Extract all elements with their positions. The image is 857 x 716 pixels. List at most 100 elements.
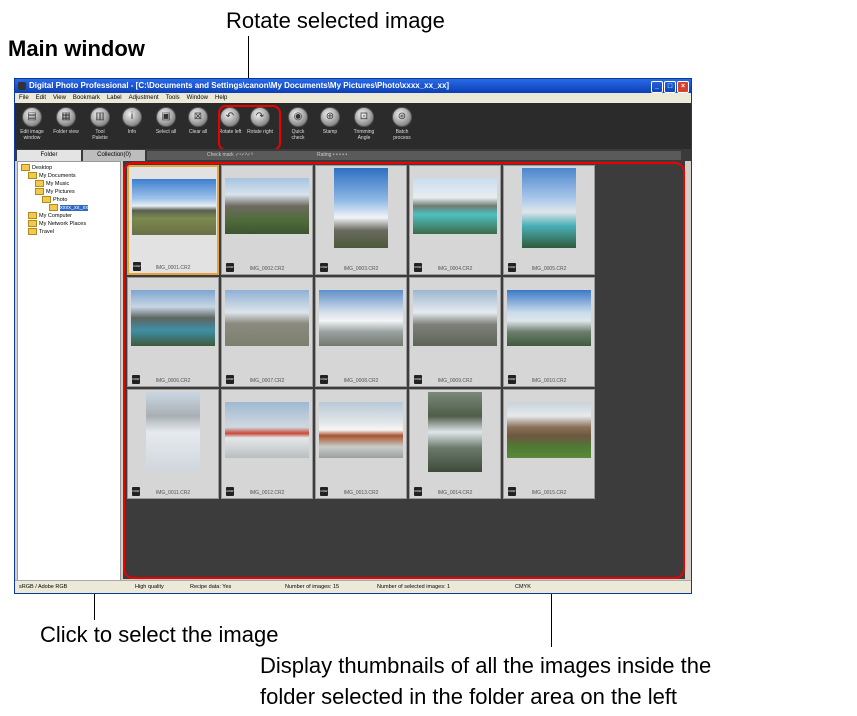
toolbar-button-label: Info xyxy=(127,129,137,135)
filter-bar: Check mark ✓¹✓²✓³ Rating • • • • • xyxy=(147,151,681,160)
tab-collection[interactable]: Collection(0) xyxy=(83,150,145,161)
folder-view-icon: ▦ xyxy=(56,107,76,127)
info-button[interactable]: i Info xyxy=(119,107,145,135)
toolbar-button-label: Edit image window xyxy=(20,129,44,141)
window-title: Digital Photo Professional - [C:\Documen… xyxy=(29,81,450,90)
folder-icon xyxy=(49,204,58,212)
tree-item-my-pictures[interactable]: My Pictures xyxy=(35,188,75,196)
status-recipe: Recipe data: Yes xyxy=(190,584,232,590)
tree-item-label: Photo xyxy=(53,197,68,203)
tree-item-label: Travel xyxy=(39,229,55,235)
tree-item-xxxx-xx-xx[interactable]: xxxx_xx_xx xyxy=(49,204,89,212)
toolbar-button-label: Batch process xyxy=(393,129,411,141)
toolbar-button-label: Stamp xyxy=(322,129,338,135)
app-icon xyxy=(18,82,26,90)
tree-item-label: My Network Places xyxy=(39,221,87,227)
tree-item-my-music[interactable]: My Music xyxy=(35,180,69,188)
tree-item-travel[interactable]: Travel xyxy=(28,228,54,236)
trimming-angle-button[interactable]: ⊡ Trimming Angle xyxy=(351,107,377,141)
rating-stars: • • • • • xyxy=(332,152,348,158)
folder-view-button[interactable]: ▦ Folder view xyxy=(53,107,79,135)
stamp-icon: ⊕ xyxy=(320,107,340,127)
tree-item-photo[interactable]: Photo xyxy=(42,196,67,204)
tree-item-my-network-places[interactable]: My Network Places xyxy=(28,220,86,228)
toolbar-button-label: Select all xyxy=(155,129,177,135)
batch-process-icon: ⊛ xyxy=(392,107,412,127)
tree-item-my-documents[interactable]: My Documents xyxy=(28,172,76,180)
folder-icon xyxy=(21,164,30,172)
thumbnail-area-highlight xyxy=(123,162,685,579)
tree-item-my-computer[interactable]: My Computer xyxy=(28,212,72,220)
check-mark-icons: ✓¹✓²✓³ xyxy=(235,152,253,158)
quick-check-icon: ◉ xyxy=(288,107,308,127)
tool-palette-icon: ▥ xyxy=(90,107,110,127)
trimming-angle-icon: ⊡ xyxy=(354,107,374,127)
menu-item-adjustment[interactable]: Adjustment xyxy=(129,95,159,101)
rotate-buttons-highlight xyxy=(218,105,281,151)
stamp-button[interactable]: ⊕ Stamp xyxy=(317,107,343,135)
tree-item-desktop[interactable]: Desktop xyxy=(21,164,52,172)
tree-item-label: xxxx_xx_xx xyxy=(60,205,89,211)
folder-icon xyxy=(35,180,44,188)
tree-item-label: My Documents xyxy=(39,173,76,179)
menu-item-bookmark[interactable]: Bookmark xyxy=(73,95,100,101)
status-cmyk: CMYK xyxy=(515,584,531,590)
tool-palette-button[interactable]: ▥ Tool Palette xyxy=(87,107,113,141)
clear-all-button[interactable]: ⊠ Clear all xyxy=(185,107,211,135)
check-mark-filter[interactable]: Check mark ✓¹✓²✓³ xyxy=(207,151,253,160)
select-all-icon: ▣ xyxy=(156,107,176,127)
title-bar: Digital Photo Professional - [C:\Documen… xyxy=(15,79,691,93)
status-color-space: sRGB / Adobe RGB xyxy=(19,584,68,590)
tree-item-label: My Pictures xyxy=(46,189,75,195)
rotate-annotation: Rotate selected image xyxy=(226,8,445,33)
tree-item-label: My Music xyxy=(46,181,70,187)
folder-icon xyxy=(28,212,37,220)
menu-item-help[interactable]: Help xyxy=(215,95,227,101)
quick-check-button[interactable]: ◉ Quick check xyxy=(285,107,311,141)
toolbar-button-label: Tool Palette xyxy=(92,129,108,141)
tab-folder[interactable]: Folder xyxy=(17,150,81,161)
tree-item-label: Desktop xyxy=(32,165,53,171)
info-icon: i xyxy=(122,107,142,127)
menu-item-label[interactable]: Label xyxy=(107,95,122,101)
menu-item-tools[interactable]: Tools xyxy=(166,95,180,101)
tree-item-label: My Computer xyxy=(39,213,73,219)
toolbar-button-label: Clear all xyxy=(188,129,208,135)
close-button[interactable]: × xyxy=(677,81,689,93)
status-number-selected: Number of selected images: 1 xyxy=(377,584,451,590)
folder-icon xyxy=(42,196,51,204)
folder-icon xyxy=(28,228,37,236)
menu-item-edit[interactable]: Edit xyxy=(36,95,46,101)
toolbar-button-label: Folder view xyxy=(53,129,79,135)
app-window: Digital Photo Professional - [C:\Documen… xyxy=(14,78,692,594)
folder-icon xyxy=(28,220,37,228)
status-bar: sRGB / Adobe RGB High quality Recipe dat… xyxy=(15,580,691,593)
menu-bar: File Edit View Bookmark Label Adjustment Tools… xyxy=(15,93,691,103)
folder-icon xyxy=(35,188,44,196)
folder-tree-pane: Desktop My Documents My Music My Pictures Ph… xyxy=(17,161,121,581)
edit-image-icon: ▤ xyxy=(22,107,42,127)
display-annotation: Display thumbnails of all the images ins… xyxy=(260,650,711,712)
batch-process-button[interactable]: ⊛ Batch process xyxy=(389,107,415,141)
check-mark-label: Check mark xyxy=(207,152,234,158)
display-annotation-line1: Display thumbnails of all the images ins… xyxy=(260,653,712,678)
status-quality: High quality xyxy=(135,584,164,590)
click-select-annotation: Click to select the image xyxy=(40,622,279,647)
select-all-button[interactable]: ▣ Select all xyxy=(153,107,179,135)
menu-item-window[interactable]: Window xyxy=(187,95,208,101)
menu-item-view[interactable]: View xyxy=(53,95,66,101)
rating-label: Rating xyxy=(317,152,332,158)
edit-image-window-button[interactable]: ▤ Edit image window xyxy=(19,107,45,141)
toolbar-button-label: Quick check xyxy=(291,129,305,141)
maximize-button[interactable]: □ xyxy=(664,81,676,93)
menu-item-file[interactable]: File xyxy=(19,95,29,101)
toolbar-button-label: Trimming Angle xyxy=(353,129,375,141)
status-number-images: Number of images: 15 xyxy=(285,584,340,590)
minimize-button[interactable]: _ xyxy=(651,81,663,93)
display-annotation-line2: folder selected in the folder area on th… xyxy=(260,684,678,709)
rating-filter[interactable]: Rating • • • • • xyxy=(317,151,347,160)
folder-icon xyxy=(28,172,37,180)
toolbar: ▤ Edit image window ▦ Folder view ▥ Tool Pale… xyxy=(15,103,691,149)
clear-all-icon: ⊠ xyxy=(188,107,208,127)
main-window-annotation: Main window xyxy=(8,36,145,61)
